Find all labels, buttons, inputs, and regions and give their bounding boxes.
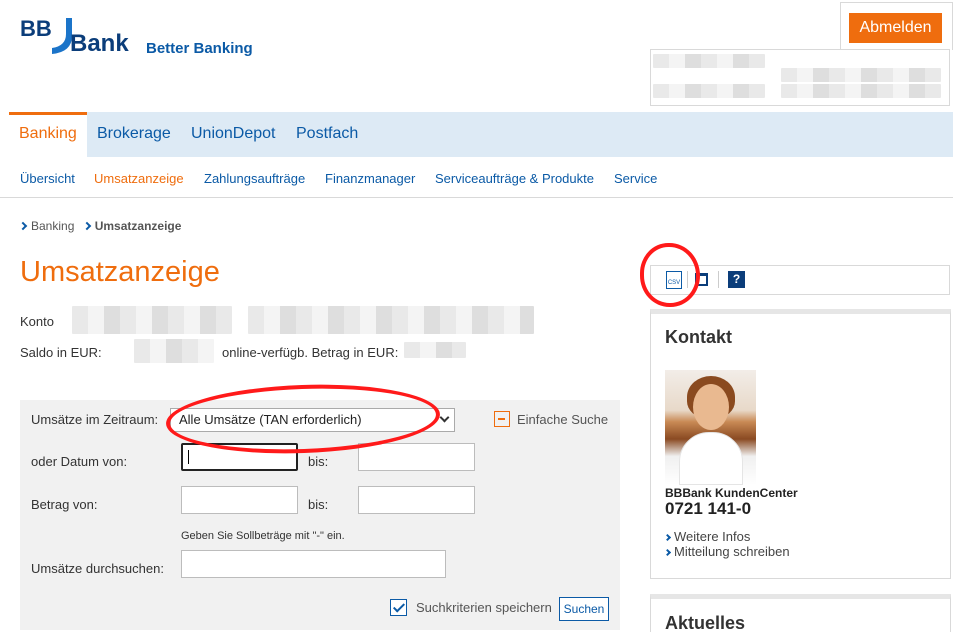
photo-face [693, 384, 729, 430]
weitere-infos-link[interactable]: Weitere Infos [663, 529, 751, 544]
aktuelles-title: Aktuelles [665, 613, 746, 632]
konto-label: Konto [20, 314, 54, 329]
kundencenter-phone: 0721 141-0 [665, 499, 752, 518]
breadcrumb-banking[interactable]: Banking [31, 219, 74, 233]
chevron-right-icon [663, 533, 672, 542]
logo-bank-text: Bank [70, 30, 129, 57]
text-caret [188, 450, 189, 464]
main-nav-postfach[interactable]: Postfach [296, 112, 358, 157]
date-to-input[interactable] [358, 443, 475, 471]
save-criteria-label: Suchkriterien speichern [416, 600, 552, 615]
date-to-label: bis: [308, 454, 329, 469]
simple-search-link[interactable]: Einfache Suche [517, 412, 608, 427]
photo-body [679, 432, 743, 485]
help-icon[interactable]: ? [728, 271, 745, 288]
search-button[interactable]: Suchen [559, 597, 609, 621]
main-navigation: Banking Brokerage UnionDepot Postfach [9, 112, 953, 157]
redacted-user-info [653, 84, 765, 98]
kundencenter-name: BBBank KundenCenter [665, 486, 798, 500]
redacted-available-amount [404, 342, 466, 358]
main-nav-banking[interactable]: Banking [9, 112, 87, 157]
sub-nav-finanzmanager[interactable]: Finanzmanager [325, 171, 415, 186]
main-nav-brokerage[interactable]: Brokerage [97, 112, 171, 157]
chevron-right-icon [663, 548, 672, 557]
page-title: Umsatzanzeige [20, 256, 220, 288]
mitteilung-link[interactable]: Mitteilung schreiben [663, 544, 790, 559]
redacted-user-info [781, 84, 941, 98]
chevron-down-icon [439, 412, 450, 423]
amount-from-label: Betrag von: [31, 497, 98, 512]
amount-to-input[interactable] [358, 486, 475, 514]
amount-hint: Geben Sie Sollbeträge mit "-" ein. [181, 530, 345, 542]
redacted-user-info [653, 54, 765, 68]
logout-button[interactable]: Abmelden [849, 13, 942, 43]
collapse-icon[interactable] [494, 411, 510, 427]
weitere-infos-label: Weitere Infos [674, 529, 751, 544]
redacted-account-number [72, 306, 232, 334]
logo-tagline: Better Banking [146, 40, 253, 57]
chevron-right-icon [18, 221, 28, 231]
sub-nav-serviceauftraege[interactable]: Serviceaufträge & Produkte [435, 171, 594, 186]
saldo-label: Saldo in EUR: [20, 345, 102, 360]
contact-agent-photo [665, 370, 756, 485]
redacted-saldo [134, 339, 214, 363]
amount-from-input[interactable] [181, 486, 298, 514]
kontakt-title: Kontakt [665, 327, 732, 347]
date-from-label: oder Datum von: [31, 454, 128, 469]
sub-nav-service[interactable]: Service [614, 171, 657, 186]
mitteilung-label: Mitteilung schreiben [674, 544, 790, 559]
breadcrumb-umsatzanzeige: Umsatzanzeige [94, 219, 182, 233]
sub-nav-uebersicht[interactable]: Übersicht [20, 171, 75, 186]
main-nav-uniondepot[interactable]: UnionDepot [191, 112, 276, 157]
save-criteria-checkbox[interactable] [390, 599, 407, 616]
sub-nav-umsatzanzeige[interactable]: Umsatzanzeige [94, 171, 184, 186]
text-search-label: Umsätze durchsuchen: [31, 561, 164, 576]
period-label: Umsätze im Zeitraum: [31, 412, 159, 427]
available-amount-label: online-verfügb. Betrag in EUR: [222, 345, 399, 360]
user-info-box [650, 49, 950, 106]
sub-nav-zahlungsauftraege[interactable]: Zahlungsaufträge [204, 171, 305, 186]
amount-to-label: bis: [308, 497, 329, 512]
breadcrumb: Banking Umsatzanzeige [18, 219, 182, 233]
toolbar-divider [718, 271, 719, 288]
sub-navigation: Übersicht Umsatzanzeige Zahlungsaufträge… [0, 157, 953, 198]
logout-container: Abmelden [840, 2, 953, 50]
redacted-account-name [248, 306, 534, 334]
text-search-input[interactable] [181, 550, 446, 578]
redacted-user-info [781, 68, 941, 82]
bbbank-logo[interactable]: BB Bank Better Banking [20, 16, 260, 60]
annotation-circle-csv [640, 243, 700, 307]
chevron-right-icon [82, 221, 91, 231]
